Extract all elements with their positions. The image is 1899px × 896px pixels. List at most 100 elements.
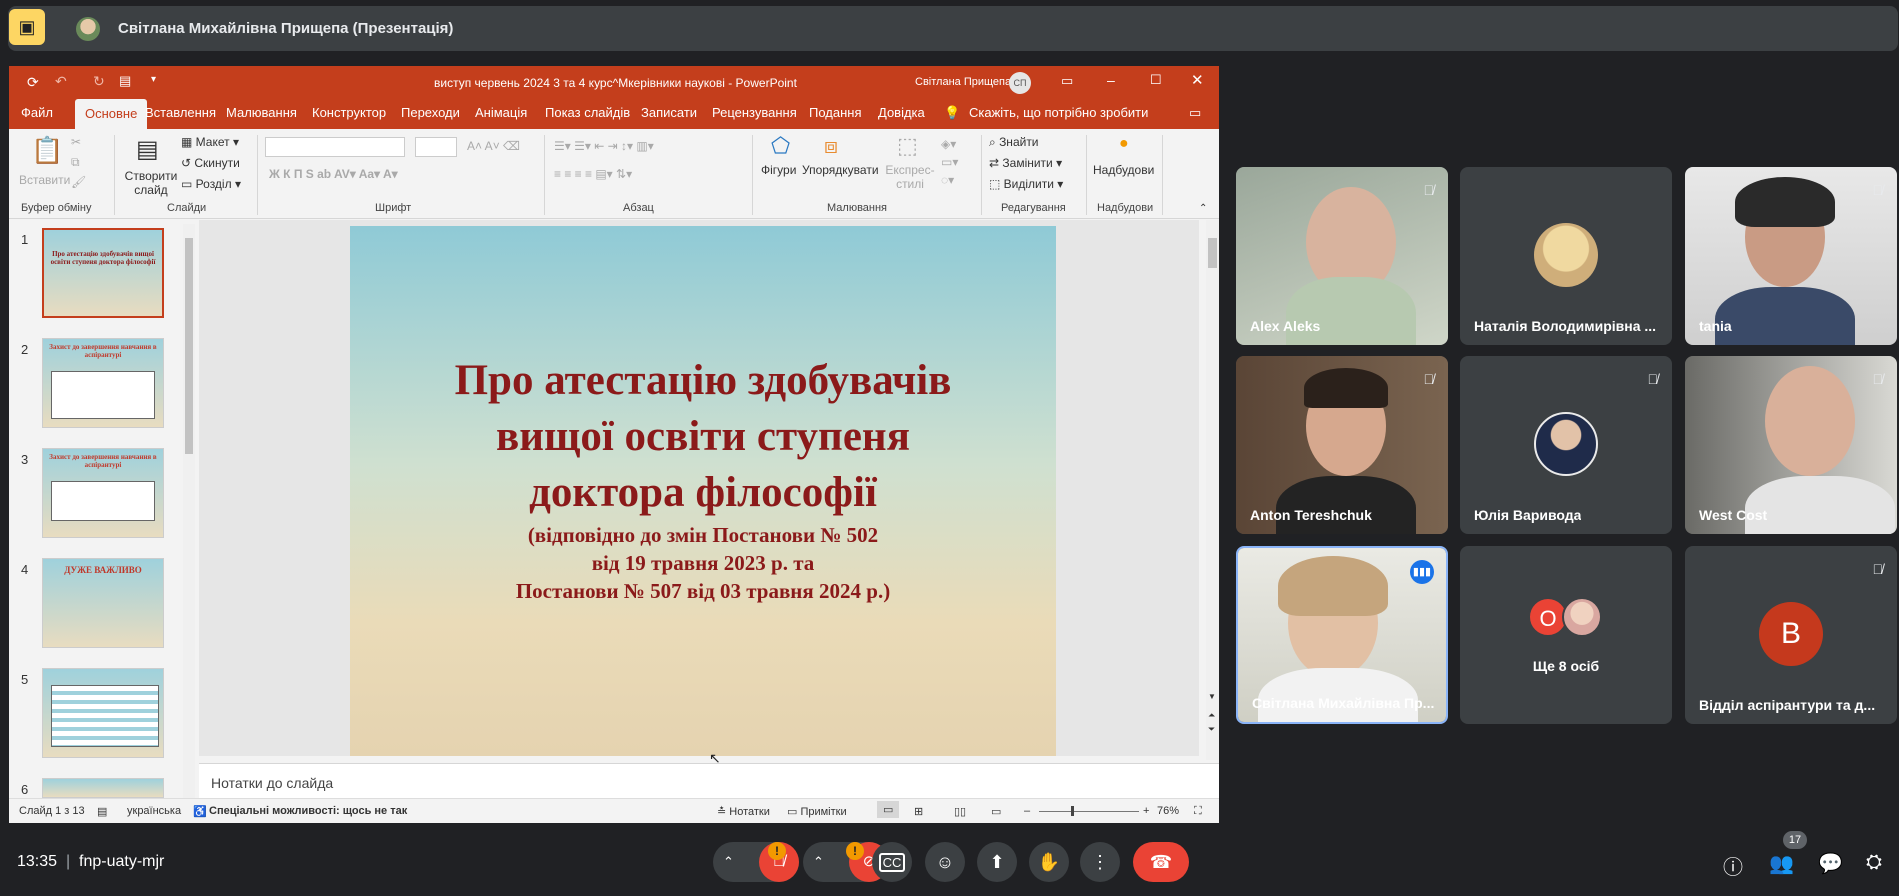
font-size-box[interactable] <box>415 137 457 157</box>
cut-icon[interactable]: ✂ <box>71 135 81 149</box>
spellcheck-icon[interactable]: ▤ <box>97 805 107 818</box>
arrange-icon[interactable]: ⧈ <box>824 133 838 159</box>
tab-transitions[interactable]: Переходи <box>401 105 460 120</box>
reset-button[interactable]: ↺ Скинути <box>181 156 240 170</box>
close-icon[interactable]: ✕ <box>1191 71 1204 89</box>
more-participants-tile[interactable]: О Ще 8 осіб <box>1460 546 1672 724</box>
new-slide-icon[interactable]: ▤ <box>136 135 159 164</box>
customize-toolbar-icon[interactable]: ▾ <box>151 74 156 85</box>
raise-hand-button[interactable]: ✋ <box>1029 842 1069 882</box>
notes-toggle[interactable]: ≛ Нотатки <box>717 805 770 818</box>
captions-button[interactable]: CC <box>872 842 912 882</box>
maximize-icon[interactable]: ☐ <box>1150 72 1162 88</box>
participant-tile[interactable]: 🎙̸ Юлія Варивода <box>1460 356 1672 534</box>
addins-button[interactable]: Надбудови <box>1093 163 1154 177</box>
redo-icon[interactable]: ↻ <box>93 73 105 90</box>
font-name-box[interactable] <box>265 137 405 157</box>
scroll-down-icon[interactable]: ▼ <box>1208 692 1216 701</box>
language-indicator[interactable]: українська <box>127 805 181 817</box>
notes-pane[interactable]: Нотатки до слайда <box>199 763 1219 798</box>
autosave-icon[interactable]: ⟳ <box>27 74 39 91</box>
layout-button[interactable]: ▦ Макет ▾ <box>181 135 239 149</box>
copy-icon[interactable]: ⧉ <box>71 155 80 170</box>
user-avatar[interactable]: СП <box>1009 72 1031 94</box>
zoom-slider-thumb[interactable] <box>1071 806 1074 816</box>
tell-me-search[interactable]: Скажіть, що потрібно зробити <box>969 105 1148 120</box>
new-slide-button[interactable]: Створити слайд <box>121 169 181 197</box>
tab-insert[interactable]: Вставлення <box>145 105 216 120</box>
participant-tile[interactable]: 🎙̸ tania <box>1685 167 1897 345</box>
zoom-slider[interactable] <box>1039 811 1139 812</box>
tab-help[interactable]: Довідка <box>878 105 925 120</box>
slide-thumbnail[interactable] <box>42 778 164 798</box>
user-name[interactable]: Світлана Прищепа <box>915 76 1011 88</box>
participant-tile[interactable]: В 🎙̸ Відділ аспірантури та д... <box>1685 546 1897 724</box>
normal-view-icon[interactable]: ▭ <box>877 801 900 818</box>
arrange-button[interactable]: Упорядкувати <box>802 163 879 177</box>
slide-thumbnail[interactable]: Про атестацію здобувачів вищої освіти ст… <box>42 228 164 318</box>
tab-view[interactable]: Подання <box>809 105 862 120</box>
minimize-icon[interactable]: – <box>1107 72 1115 88</box>
paste-button[interactable]: Вставити <box>19 173 70 187</box>
reading-view-icon[interactable]: ▯▯ <box>954 805 966 818</box>
replace-button[interactable]: ⇄ Замінити ▾ <box>989 156 1062 170</box>
fill-outline-icons[interactable]: ◈▾ ▭▾ ◌▾ <box>941 135 958 189</box>
prev-slide-icon[interactable]: ⏶ <box>1208 710 1215 721</box>
list-icons[interactable]: ☰▾ ☰▾ ⇤ ⇥ ↕▾ ▥▾ <box>554 139 654 153</box>
ribbon-display-icon[interactable]: ▭ <box>1061 73 1073 89</box>
participant-tile[interactable]: 🎙̸ West Cost <box>1685 356 1897 534</box>
tab-draw[interactable]: Малювання <box>226 105 297 120</box>
zoom-in-icon[interactable]: + <box>1143 805 1149 817</box>
participant-tile[interactable]: 🎙̸ Alex Aleks <box>1236 167 1448 345</box>
tab-review[interactable]: Рецензування <box>712 105 797 120</box>
chat-icon[interactable]: 💬 <box>1818 851 1843 876</box>
accessibility-status[interactable]: Спеціальні можливості: щось не так <box>209 805 407 817</box>
format-painter-icon[interactable]: 🖌 <box>71 175 86 189</box>
slide-thumbnail[interactable]: ДУЖЕ ВАЖЛИВО <box>42 558 164 648</box>
thumbnails-scrollbar[interactable] <box>183 224 195 798</box>
find-button[interactable]: ⌕ Знайти <box>989 135 1039 150</box>
addins-icon[interactable]: ● <box>1119 135 1129 153</box>
slide-scrollbar[interactable]: ▼ ⏶ ⏷ <box>1206 220 1219 760</box>
camera-options-icon[interactable]: ⌃ <box>813 854 824 870</box>
mic-options-icon[interactable]: ⌃ <box>723 854 734 870</box>
shapes-icon[interactable]: ⬠ <box>771 133 790 159</box>
fit-to-window-icon[interactable]: ⛶ <box>1194 805 1202 818</box>
zoom-out-icon[interactable]: – <box>1024 805 1030 817</box>
leave-call-button[interactable]: ☎ <box>1133 842 1189 882</box>
participant-tile-speaking[interactable]: ▮▮▮ Світлана Михайлівна Пр... <box>1236 546 1448 724</box>
slide-thumbnail[interactable]: Захист до завершення навчання в аспірант… <box>42 448 164 538</box>
current-slide[interactable]: Про атестацію здобувачів вищої освіти ст… <box>350 226 1056 766</box>
select-button[interactable]: ⬚ Виділити ▾ <box>989 177 1063 191</box>
presentation-icon[interactable]: ▣ <box>9 9 45 45</box>
start-slideshow-icon[interactable]: ▤ <box>119 73 131 89</box>
section-button[interactable]: ▭ Розділ ▾ <box>181 177 241 191</box>
present-button[interactable]: ⬆ <box>977 842 1017 882</box>
tab-slideshow[interactable]: Показ слайдів <box>545 105 630 120</box>
meeting-info-icon[interactable]: ⓘ <box>1723 851 1743 880</box>
microphone-control[interactable]: ⌃ 🎙̸ <box>713 842 799 882</box>
slide-subtitle[interactable]: (відповідно до змін Постанови № 502 від … <box>350 521 1056 605</box>
reactions-button[interactable]: ☺ <box>925 842 965 882</box>
tab-file[interactable]: Файл <box>21 105 53 120</box>
quick-styles-button[interactable]: Експрес-стилі <box>885 163 935 191</box>
zoom-level[interactable]: 76% <box>1157 805 1179 817</box>
slideshow-view-icon[interactable]: ▭ <box>991 805 1001 818</box>
tab-home[interactable]: Основне <box>75 99 148 129</box>
comments-icon[interactable]: ▭ <box>1189 105 1201 121</box>
participant-tile[interactable]: Наталія Володимирівна ... <box>1460 167 1672 345</box>
slide-thumbnail[interactable] <box>42 668 164 758</box>
font-format-icons[interactable]: Ж К П S ab AV▾ Aa▾ A▾ <box>269 167 398 181</box>
tab-record[interactable]: Записати <box>641 105 697 120</box>
slide-thumbnail[interactable]: Захист до завершення навчання в аспірант… <box>42 338 164 428</box>
grow-font-icon[interactable]: A˄ A˅ ⌫ <box>467 139 520 153</box>
tab-animations[interactable]: Анімація <box>475 105 527 120</box>
undo-icon[interactable]: ↶ <box>55 73 67 90</box>
participant-tile[interactable]: 🎙̸ Anton Tereshchuk <box>1236 356 1448 534</box>
align-icons[interactable]: ≡ ≡ ≡ ≡ ▤▾ ⇅▾ <box>554 167 632 181</box>
next-slide-icon[interactable]: ⏷ <box>1208 724 1215 735</box>
comments-toggle[interactable]: ▭ Примітки <box>787 805 847 818</box>
activities-icon[interactable]: ⛭ <box>1866 851 1882 874</box>
collapse-ribbon-icon[interactable]: ⌃ <box>1199 203 1207 214</box>
tab-design[interactable]: Конструктор <box>312 105 386 120</box>
